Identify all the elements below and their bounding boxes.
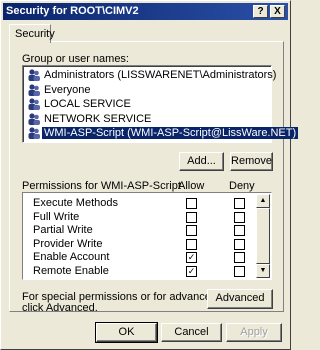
deny-checkbox[interactable] — [234, 211, 245, 223]
scrollbar-thumb[interactable] — [256, 208, 270, 264]
permission-name: Execute Methods — [33, 197, 118, 209]
group-list-item-label: NETWORK SERVICE — [44, 112, 152, 125]
group-names-label: Group or user names: — [22, 53, 129, 65]
tab-security[interactable]: Security — [9, 24, 55, 43]
cancel-button[interactable]: Cancel — [161, 323, 222, 342]
permissions-scrollbar[interactable]: ▲ ▼ — [256, 194, 270, 278]
allow-checkbox[interactable] — [186, 238, 197, 250]
allow-checkbox[interactable] — [186, 211, 197, 223]
group-list-item-label: Administrators (LISSWARENET\Administrato… — [44, 69, 277, 81]
advanced-button[interactable]: Advanced — [207, 289, 273, 309]
add-button[interactable]: Add... — [179, 152, 224, 171]
allow-checkbox[interactable]: ✓ — [186, 252, 197, 264]
permission-name: Full Write — [33, 210, 80, 223]
group-list-item-label: LOCAL SERVICE — [44, 98, 131, 110]
permission-row: Provider Write — [23, 237, 257, 251]
group-list-item-label: WMI-ASP-Script (WMI-ASP-Script@LissWare.… — [42, 127, 299, 139]
permission-name: Remote Enable — [33, 265, 109, 277]
permission-name: Enable Account — [33, 251, 110, 264]
user-group-icon — [27, 126, 41, 140]
permission-row: Execute Methods — [23, 196, 257, 210]
help-button[interactable]: ? — [253, 5, 268, 18]
deny-checkbox[interactable] — [234, 266, 245, 277]
user-group-icon — [27, 112, 41, 126]
remove-button[interactable]: Remove — [230, 152, 273, 171]
allow-checkbox[interactable] — [186, 225, 197, 237]
ok-button[interactable]: OK — [95, 322, 158, 343]
allow-checkbox[interactable]: ✓ — [186, 266, 197, 277]
group-list-item[interactable]: LOCAL SERVICE — [25, 97, 269, 111]
group-list-item[interactable]: WMI-ASP-Script (WMI-ASP-Script@LissWare.… — [25, 126, 299, 140]
deny-checkbox[interactable] — [234, 252, 245, 264]
deny-checkbox[interactable] — [234, 225, 245, 237]
allow-column-header: Allow — [178, 180, 205, 192]
deny-column-header: Deny — [229, 180, 255, 192]
security-dialog: Security for ROOT\CIMV2 ? X Security Gro… — [0, 0, 299, 350]
tab-security-label: Security — [15, 28, 55, 40]
permission-row: Partial Write — [23, 223, 257, 237]
deny-checkbox[interactable] — [234, 198, 245, 209]
group-list-item[interactable]: Everyone — [25, 83, 269, 97]
user-group-icon — [27, 68, 41, 82]
permission-name: Provider Write — [33, 237, 103, 250]
apply-button[interactable]: Apply — [226, 323, 282, 342]
user-group-icon — [27, 83, 41, 97]
user-group-icon — [27, 97, 41, 111]
permission-row: Full Write — [23, 210, 257, 224]
group-list-item[interactable]: NETWORK SERVICE — [25, 112, 269, 126]
deny-checkbox[interactable] — [234, 238, 245, 250]
allow-checkbox[interactable] — [186, 198, 197, 209]
permissions-list: Remote Enable ✓ Enable Account ✓ Provider Wr… — [22, 192, 272, 280]
permission-row: Enable Account ✓ — [23, 250, 257, 264]
permissions-label: Permissions for WMI-ASP-Script — [22, 180, 181, 192]
advanced-help-text-line2: click Advanced. — [22, 302, 98, 314]
scroll-down-icon[interactable]: ▼ — [256, 264, 270, 278]
close-button[interactable]: X — [270, 5, 285, 18]
group-list-item-label: Everyone — [44, 83, 91, 96]
permission-name: Partial Write — [33, 224, 93, 237]
permission-row: Remote Enable ✓ — [23, 264, 257, 278]
group-user-list[interactable]: Administrators (LISSWARENET\Administrato… — [22, 65, 299, 143]
group-list-item[interactable]: Administrators (LISSWARENET\Administrato… — [25, 68, 276, 82]
scroll-up-icon[interactable]: ▲ — [256, 194, 270, 208]
window-title: Security for ROOT\CIMV2 — [6, 5, 139, 17]
title-bar[interactable]: Security for ROOT\CIMV2 ? X — [3, 3, 288, 20]
